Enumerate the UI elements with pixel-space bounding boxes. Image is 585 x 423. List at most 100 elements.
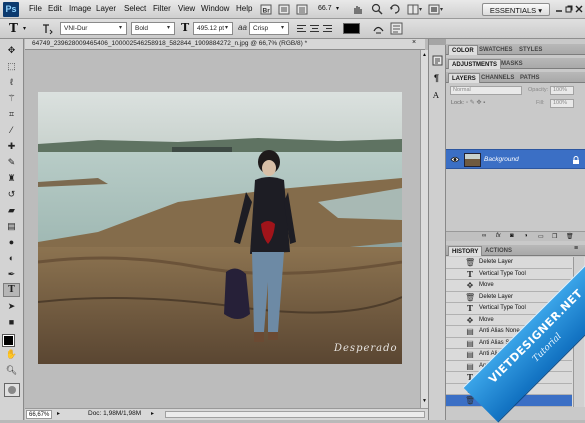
tab-adjustments[interactable]: ADJUSTMENTS (448, 59, 502, 69)
type-tool-icon[interactable]: T (9, 21, 18, 35)
tab-actions[interactable]: ACTIONS (482, 246, 515, 256)
warp-text-icon[interactable] (372, 22, 385, 35)
history-brush-tool[interactable]: ↺ (3, 187, 20, 201)
text-color-swatch[interactable] (343, 23, 360, 34)
character-panel-icon[interactable] (390, 22, 403, 35)
restore-icon[interactable] (565, 5, 573, 13)
paragraph-panel-icon[interactable]: ¶ (434, 73, 439, 83)
character-panel-icon[interactable]: A (433, 91, 439, 100)
blur-tool[interactable]: ● (3, 235, 20, 249)
eye-icon[interactable] (450, 155, 460, 164)
tab-styles[interactable]: STYLES (516, 45, 545, 55)
tool-preset-dropdown-icon[interactable]: ▾ (23, 25, 26, 32)
menu-edit[interactable]: Edit (48, 4, 62, 13)
screen-mode-icon[interactable] (428, 4, 444, 15)
menu-file[interactable]: File (29, 4, 42, 13)
move-tool[interactable]: ✥ (3, 43, 20, 57)
vertical-scrollbar[interactable]: ▲ ▼ (420, 50, 428, 408)
hand-tool-icon[interactable] (352, 4, 364, 15)
shape-tool[interactable]: ■ (3, 315, 20, 329)
zoom-level[interactable]: 66.7 (318, 5, 332, 12)
status-menu-icon[interactable]: ▸ (151, 410, 154, 417)
align-center-button[interactable] (310, 23, 321, 34)
path-select-tool[interactable]: ➤ (3, 299, 20, 313)
eraser-tool[interactable]: ▰ (3, 203, 20, 217)
fill-field[interactable]: 100% (550, 99, 574, 108)
font-family-field[interactable]: VNI-Dur ▾ (60, 22, 127, 35)
status-arrow-icon[interactable]: ▸ (57, 410, 60, 417)
tab-paths[interactable]: PATHS (517, 73, 542, 83)
canvas-image[interactable]: Desperado (38, 92, 402, 364)
arrange-documents-icon[interactable] (407, 4, 423, 15)
bridge-icon[interactable]: Br (260, 4, 272, 15)
tab-swatches[interactable]: SWATCHES (476, 45, 516, 55)
scroll-up-icon[interactable]: ▲ (422, 52, 427, 58)
marquee-tool[interactable]: ⬚ (3, 59, 20, 73)
eyedropper-tool[interactable]: ⁄ (3, 123, 20, 137)
new-group-icon[interactable]: ▭ (538, 233, 544, 240)
blend-mode-field[interactable]: Normal (450, 86, 522, 95)
rotate-view-icon[interactable] (389, 3, 401, 15)
close-icon[interactable] (575, 5, 583, 13)
color-panel-tabs: COLOR SWATCHES STYLES (446, 44, 585, 55)
menu-filter[interactable]: Filter (153, 4, 171, 13)
clone-stamp-tool[interactable]: ♜ (3, 171, 20, 185)
tab-layers[interactable]: LAYERS (448, 73, 480, 83)
align-right-button[interactable] (323, 23, 334, 34)
quick-mask-button[interactable] (4, 383, 20, 397)
document-tab[interactable]: 64749_239628009465406_100002546258918_58… (25, 39, 425, 50)
toggle-text-orientation-icon[interactable] (41, 22, 53, 35)
type-tool[interactable]: T (3, 283, 20, 297)
lock-options-icon[interactable]: ▫ ✎ ✥ ▪ (466, 99, 485, 106)
close-document-icon[interactable]: × (412, 39, 416, 46)
quick-select-tool[interactable]: ⚚ (3, 91, 20, 105)
menu-view[interactable]: View (178, 4, 195, 13)
align-left-button[interactable] (297, 23, 308, 34)
brush-tool[interactable]: ✎ (3, 155, 20, 169)
history-panel-icon[interactable] (432, 55, 443, 66)
history-item[interactable]: T Vertical Type Tool (446, 269, 572, 280)
hand-tool[interactable]: ✋ (3, 347, 20, 361)
mini-bridge-icon[interactable] (278, 4, 290, 15)
crop-tool[interactable]: ⌗ (3, 107, 20, 121)
history-item[interactable]: ✥ Move (446, 280, 572, 292)
font-style-field[interactable]: Bold ▾ (131, 22, 175, 35)
horizontal-scrollbar[interactable] (165, 411, 425, 418)
layer-mask-icon[interactable]: ◙ (510, 233, 514, 239)
scroll-down-icon[interactable]: ▼ (422, 398, 427, 404)
adjustment-layer-icon[interactable]: ◑ (524, 233, 528, 239)
menu-image[interactable]: Image (69, 4, 91, 13)
history-item[interactable]: 🗑︎Delete Layer (446, 257, 572, 269)
tab-history[interactable]: HISTORY (448, 246, 483, 256)
extras-icon[interactable] (296, 4, 308, 15)
tab-channels[interactable]: CHANNELS (478, 73, 517, 83)
layer-row-background[interactable]: Background (446, 149, 585, 169)
pen-tool[interactable]: ✒ (3, 267, 20, 281)
status-zoom-field[interactable]: 66,67% (26, 410, 52, 419)
opacity-field[interactable]: 100% (550, 86, 574, 95)
menu-window[interactable]: Window (201, 4, 229, 13)
healing-tool[interactable]: ✚ (3, 139, 20, 153)
anti-alias-field[interactable]: Crisp ▾ (249, 22, 289, 35)
menu-help[interactable]: Help (236, 4, 252, 13)
zoom-tool-icon[interactable] (371, 3, 383, 15)
tab-color[interactable]: COLOR (448, 45, 478, 55)
delete-layer-icon[interactable]: 🗑︎ (566, 233, 574, 240)
link-layers-icon[interactable]: ∞ (482, 233, 486, 239)
menu-layer[interactable]: Layer (96, 4, 116, 13)
new-layer-icon[interactable]: ❐ (552, 233, 557, 240)
zoom-dropdown-icon[interactable]: ▾ (336, 5, 339, 12)
tab-masks[interactable]: MASKS (498, 59, 526, 69)
lasso-tool[interactable]: ℓ (3, 75, 20, 89)
canvas-area[interactable]: Desperado (25, 50, 420, 408)
zoom-tool[interactable]: 🔍︎ (3, 363, 20, 377)
font-size-field[interactable]: 495.12 pt ▾ (193, 22, 233, 35)
workspace-switcher[interactable]: ESSENTIALS ▾ (482, 3, 550, 16)
dodge-tool[interactable]: ◐ (3, 251, 20, 265)
gradient-tool[interactable]: ▤ (3, 219, 20, 233)
menu-select[interactable]: Select (124, 4, 146, 13)
panel-menu-icon[interactable]: ≡ (574, 245, 578, 252)
layer-style-icon[interactable]: fx (496, 233, 501, 239)
foreground-color-swatch[interactable] (2, 334, 15, 347)
minimize-icon[interactable] (555, 5, 563, 13)
